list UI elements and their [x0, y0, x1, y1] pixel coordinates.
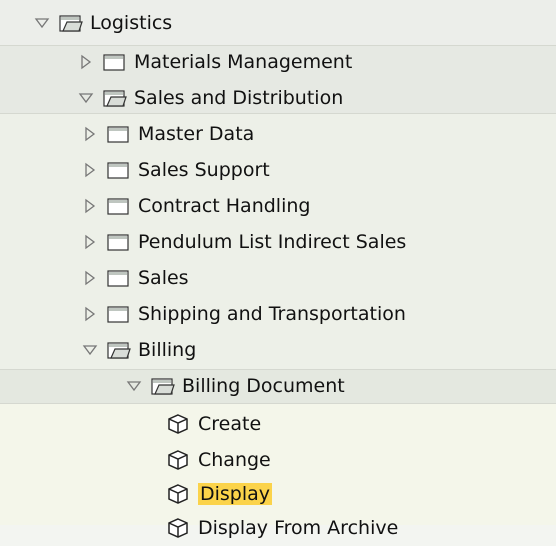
expand-triangle-down-icon[interactable]: [126, 377, 142, 395]
tree-node-label: Billing Document: [182, 375, 345, 397]
tree-node-display-from-archive[interactable]: Display From Archive: [0, 510, 556, 546]
tree-node-contract-handling[interactable]: Contract Handling: [0, 188, 556, 224]
tree-node-billing-document[interactable]: Billing Document: [0, 368, 556, 404]
collapse-triangle-right-icon[interactable]: [82, 161, 98, 179]
folder-open-icon: [150, 375, 176, 397]
tree-node-master-data[interactable]: Master Data: [0, 116, 556, 152]
tree-node-logistics[interactable]: Logistics: [0, 5, 556, 41]
tree-node-label: Create: [198, 413, 262, 435]
tree-node-billing[interactable]: Billing: [0, 332, 556, 368]
collapse-triangle-right-icon[interactable]: [82, 269, 98, 287]
folder-open-icon: [102, 87, 128, 109]
folder-icon: [106, 267, 132, 289]
folder-icon: [106, 123, 132, 145]
tree-node-label: Master Data: [138, 123, 255, 145]
tree-node-change[interactable]: Change: [0, 442, 556, 478]
tree-node-label: Logistics: [90, 12, 173, 34]
folder-icon: [106, 159, 132, 181]
expand-triangle-down-icon[interactable]: [82, 341, 98, 359]
folder-icon: [106, 195, 132, 217]
tree-node-label: Change: [198, 449, 271, 471]
tree-node-label: Sales Support: [138, 159, 270, 181]
folder-open-icon: [58, 12, 84, 34]
tree-node-pendulum-list-indirect-sales[interactable]: Pendulum List Indirect Sales: [0, 224, 556, 260]
folder-icon: [106, 231, 132, 253]
collapse-triangle-right-icon[interactable]: [82, 233, 98, 251]
tree-node-label: Display: [198, 483, 273, 505]
tree-node-sales[interactable]: Sales: [0, 260, 556, 296]
folder-icon: [106, 303, 132, 325]
collapse-triangle-right-icon[interactable]: [82, 197, 98, 215]
transaction-cube-icon: [166, 413, 192, 435]
tree-node-sales-and-distribution[interactable]: Sales and Distribution: [0, 80, 556, 116]
collapse-triangle-right-icon[interactable]: [82, 305, 98, 323]
tree-node-label: Contract Handling: [138, 195, 311, 217]
collapse-triangle-right-icon[interactable]: [82, 125, 98, 143]
collapse-triangle-right-icon[interactable]: [78, 53, 94, 71]
tree-node-label: Sales and Distribution: [134, 87, 344, 109]
tree-node-materials-management[interactable]: Materials Management: [0, 44, 556, 80]
folder-open-icon: [106, 339, 132, 361]
expand-triangle-down-icon[interactable]: [78, 89, 94, 107]
tree-node-label: Display From Archive: [198, 517, 399, 539]
transaction-cube-icon: [166, 517, 192, 539]
tree-node-label: Sales: [138, 267, 189, 289]
tree-node-shipping-and-transportation[interactable]: Shipping and Transportation: [0, 296, 556, 332]
tree-node-display[interactable]: Display: [0, 476, 556, 512]
tree-node-label: Materials Management: [134, 51, 353, 73]
tree-node-label: Billing: [138, 339, 197, 361]
tree-node-label: Shipping and Transportation: [138, 303, 406, 325]
tree-node-sales-support[interactable]: Sales Support: [0, 152, 556, 188]
transaction-cube-icon: [166, 449, 192, 471]
tree-node-create[interactable]: Create: [0, 406, 556, 442]
transaction-cube-icon: [166, 483, 192, 505]
tree-node-label: Pendulum List Indirect Sales: [138, 231, 407, 253]
folder-icon: [102, 51, 128, 73]
expand-triangle-down-icon[interactable]: [34, 14, 50, 32]
